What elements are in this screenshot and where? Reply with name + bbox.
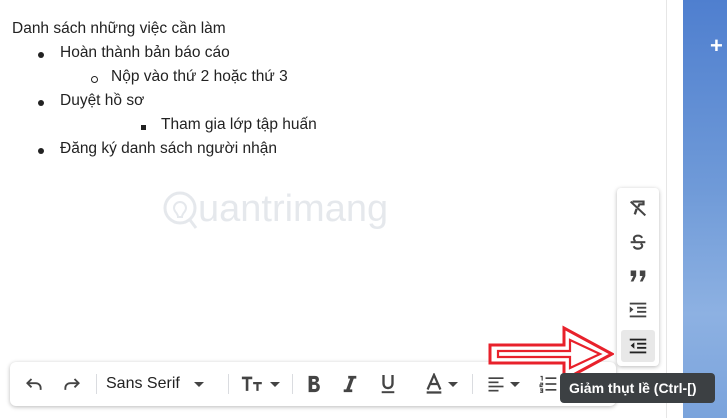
list-item: Đăng ký danh sách người nhận bbox=[60, 140, 278, 157]
bullet-disc bbox=[38, 100, 44, 106]
undo-icon bbox=[26, 378, 42, 390]
toolbar-separator bbox=[292, 374, 293, 394]
indent-less-button[interactable] bbox=[621, 330, 655, 362]
add-icon[interactable]: + bbox=[710, 35, 723, 57]
font-family-label: Sans Serif bbox=[106, 375, 180, 392]
side-panel bbox=[683, 0, 727, 418]
watermark-text: uantrimang bbox=[198, 188, 389, 230]
indent-more-icon bbox=[629, 302, 647, 318]
bullet-square bbox=[141, 125, 146, 130]
bold-button[interactable] bbox=[300, 362, 328, 406]
indent-less-icon bbox=[629, 338, 647, 354]
clear-formatting-icon bbox=[629, 200, 647, 217]
tooltip: Giảm thụt lề (Ctrl-[) bbox=[560, 373, 715, 403]
font-family-select[interactable]: Sans Serif bbox=[106, 362, 222, 406]
redo-icon bbox=[64, 378, 80, 390]
italic-button[interactable] bbox=[336, 362, 364, 406]
font-size-icon bbox=[241, 376, 262, 391]
underline-icon bbox=[381, 375, 395, 394]
quote-icon bbox=[630, 270, 646, 282]
bullet-disc bbox=[38, 52, 44, 58]
bullet-circle bbox=[91, 76, 98, 83]
list-item: Nộp vào thứ 2 hoặc thứ 3 bbox=[111, 68, 288, 85]
toolbar-separator bbox=[472, 374, 473, 394]
chevron-down-icon bbox=[448, 381, 458, 387]
list-item: Hoàn thành bản báo cáo bbox=[60, 44, 230, 61]
chevron-down-icon bbox=[193, 381, 204, 387]
message-heading: Danh sách những việc cần làm bbox=[12, 20, 226, 37]
bold-icon bbox=[308, 375, 320, 393]
formatting-options-panel bbox=[617, 188, 659, 366]
strikethrough-button[interactable] bbox=[621, 226, 655, 258]
strikethrough-icon bbox=[630, 234, 646, 250]
underline-button[interactable] bbox=[374, 362, 402, 406]
toolbar-separator bbox=[228, 374, 229, 394]
font-size-button[interactable] bbox=[236, 362, 284, 406]
watermark: uantrimang bbox=[160, 180, 400, 240]
list-item: Tham gia lớp tập huấn bbox=[161, 116, 317, 133]
bullet-disc bbox=[38, 148, 44, 154]
chevron-down-icon bbox=[269, 381, 280, 387]
quote-button[interactable] bbox=[621, 260, 655, 292]
window-gap bbox=[667, 0, 683, 418]
italic-icon bbox=[343, 375, 357, 393]
indent-more-button[interactable] bbox=[621, 294, 655, 326]
redo-button[interactable] bbox=[58, 362, 86, 406]
text-color-button[interactable] bbox=[418, 362, 464, 406]
watermark-logo-icon bbox=[163, 191, 198, 229]
toolbar-separator bbox=[96, 374, 97, 394]
list-item: Duyệt hồ sơ bbox=[60, 92, 145, 109]
text-color-icon bbox=[426, 373, 442, 394]
remove-formatting-button[interactable] bbox=[621, 192, 655, 224]
undo-button[interactable] bbox=[20, 362, 48, 406]
